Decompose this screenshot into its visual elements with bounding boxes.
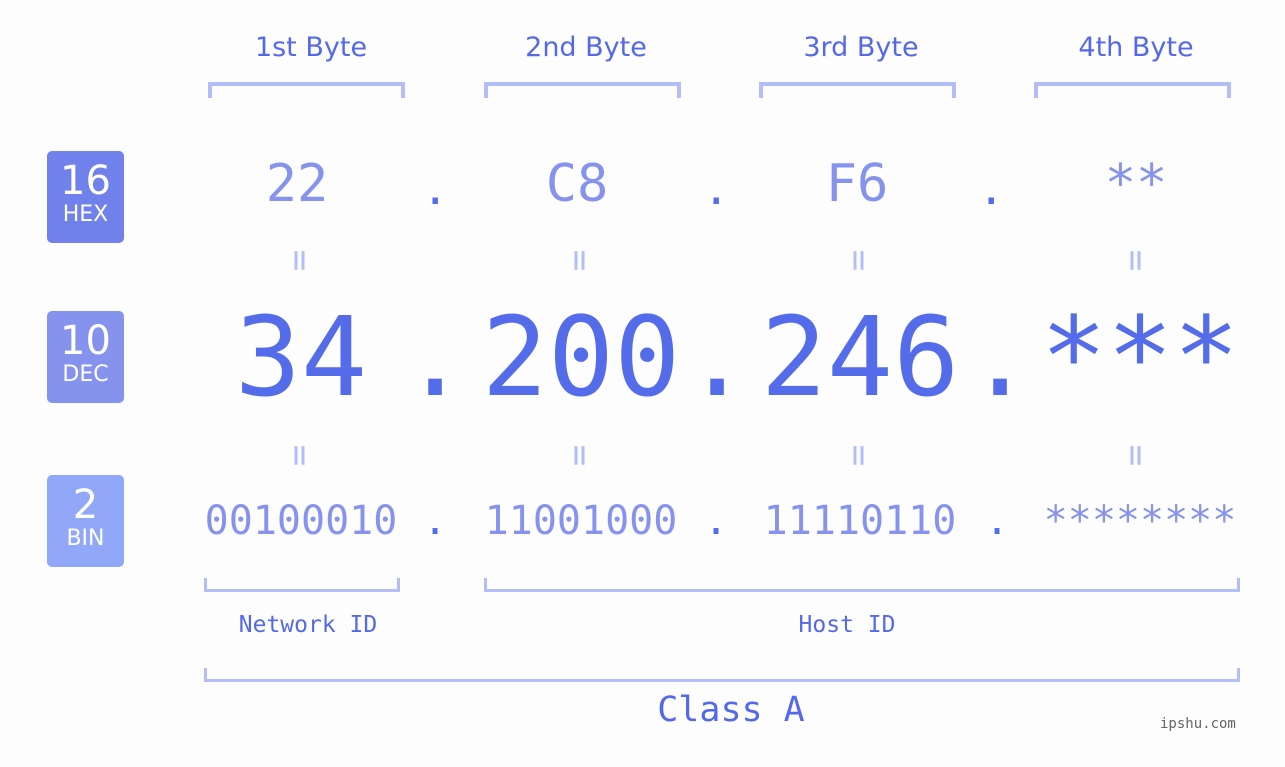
- bin-badge-label: BIN: [66, 526, 105, 551]
- bin-badge-number: 2: [72, 482, 99, 528]
- dec-badge: 10 DEC: [47, 311, 124, 403]
- bin-byte-4: ********: [1043, 498, 1237, 544]
- byte-label-1: 1st Byte: [254, 32, 368, 63]
- dec-byte-1: 34: [234, 293, 368, 421]
- dec-separator-3: .: [967, 293, 1034, 421]
- byte-bracket-3: [759, 82, 956, 98]
- byte-label-2: 2nd Byte: [525, 32, 647, 63]
- watermark: ipshu.com: [1160, 716, 1236, 732]
- equals-hex-dec-4: =: [1115, 249, 1157, 272]
- dec-separator-2: .: [684, 293, 751, 421]
- equals-dec-bin-1: =: [279, 444, 321, 467]
- bin-badge: 2 BIN: [47, 475, 124, 567]
- hex-separator-1: .: [422, 164, 449, 215]
- byte-label-3: 3rd Byte: [803, 32, 919, 63]
- hex-separator-2: .: [703, 164, 730, 215]
- byte-bracket-4: [1034, 82, 1231, 98]
- bin-byte-1: 00100010: [204, 498, 398, 544]
- bin-byte-3: 11110110: [763, 498, 957, 544]
- equals-dec-bin-2: =: [559, 444, 601, 467]
- equals-dec-bin-4: =: [1115, 444, 1157, 467]
- byte-bracket-2: [484, 82, 681, 98]
- equals-dec-bin-3: =: [838, 444, 880, 467]
- dec-byte-4: ***: [1040, 293, 1240, 421]
- hex-byte-3: F6: [825, 154, 889, 214]
- dec-badge-label: DEC: [62, 362, 109, 387]
- dec-byte-3: 246: [760, 293, 960, 421]
- dec-badge-number: 10: [60, 318, 111, 364]
- byte-label-4: 4th Byte: [1078, 32, 1194, 63]
- equals-hex-dec-3: =: [838, 249, 880, 272]
- hex-badge: 16 HEX: [47, 151, 124, 243]
- dec-separator-1: .: [402, 293, 469, 421]
- equals-hex-dec-1: =: [279, 249, 321, 272]
- bin-separator-3: .: [985, 498, 1010, 544]
- bin-separator-2: .: [704, 498, 729, 544]
- network-id-bracket: [204, 578, 400, 592]
- byte-bracket-1: [208, 82, 405, 98]
- hex-byte-2: C8: [545, 154, 609, 214]
- equals-hex-dec-2: =: [559, 249, 601, 272]
- host-id-bracket: [484, 578, 1240, 592]
- bin-separator-1: .: [423, 498, 448, 544]
- host-id-label: Host ID: [798, 612, 896, 638]
- hex-byte-4: **: [1104, 154, 1168, 214]
- hex-separator-3: .: [978, 164, 1005, 215]
- hex-badge-number: 16: [60, 158, 111, 204]
- bin-byte-2: 11001000: [484, 498, 678, 544]
- network-id-label: Network ID: [238, 612, 378, 638]
- class-label: Class A: [657, 690, 805, 730]
- class-bracket: [204, 668, 1240, 682]
- hex-byte-1: 22: [265, 154, 329, 214]
- dec-byte-2: 200: [481, 293, 681, 421]
- hex-badge-label: HEX: [62, 202, 109, 227]
